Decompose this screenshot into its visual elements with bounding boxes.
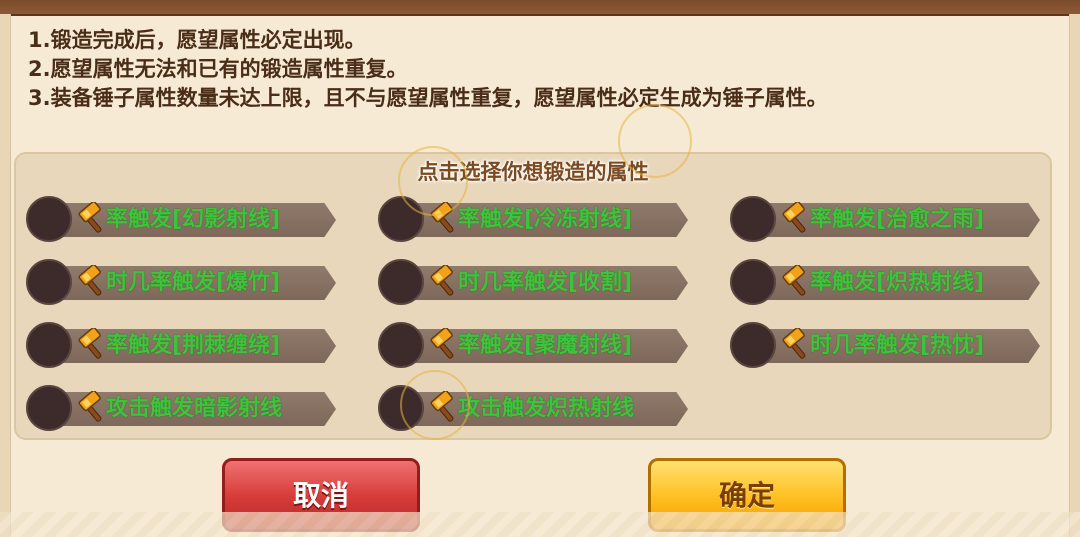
rules-text: 1.锻造完成后，愿望属性必定出现。 2.愿望属性无法和已有的锻造属性重复。 3.… (28, 26, 1058, 113)
select-radio[interactable] (26, 259, 72, 305)
rule-line-3: 3.装备锤子属性数量未达上限，且不与愿望属性重复，愿望属性必定生成为锤子属性。 (28, 86, 828, 110)
hammer-icon (428, 264, 462, 299)
select-radio[interactable] (26, 196, 72, 242)
select-radio[interactable] (730, 259, 776, 305)
sparkle-effect (400, 370, 470, 440)
hammer-icon (76, 390, 110, 425)
option-label: 率触发[荆棘缠绕] (106, 333, 281, 358)
option-label: 率触发[幻影射线] (106, 207, 281, 232)
select-radio[interactable] (26, 385, 72, 431)
select-radio[interactable] (730, 322, 776, 368)
hammer-icon (76, 264, 110, 299)
option-label: 攻击触发炽热射线 (458, 396, 635, 421)
hammer-icon (76, 327, 110, 362)
option-label: 攻击触发暗影射线 (106, 396, 283, 421)
sparkle-effect (618, 104, 692, 178)
attribute-option[interactable]: 时几率触发[收割] (378, 257, 694, 307)
option-label: 率触发[冷冻射线] (458, 207, 633, 232)
attribute-option[interactable]: 攻击触发暗影射线 (26, 383, 342, 433)
select-radio[interactable] (378, 322, 424, 368)
sparkle-effect (398, 146, 468, 216)
attribute-option[interactable]: 率触发[荆棘缠绕] (26, 320, 342, 370)
dialog-top-border (0, 0, 1080, 16)
hammer-icon (780, 327, 814, 362)
hammer-icon (76, 201, 110, 236)
rule-line-1: 1.锻造完成后，愿望属性必定出现。 (28, 28, 366, 52)
select-radio[interactable] (26, 322, 72, 368)
panel-title: 点击选择你想锻造的属性 (417, 160, 649, 184)
hammer-icon (780, 201, 814, 236)
attribute-option[interactable]: 率触发[炽热射线] (730, 257, 1046, 307)
dialog-right-border (1069, 14, 1080, 537)
dialog-left-border (0, 14, 11, 537)
rule-line-2: 2.愿望属性无法和已有的锻造属性重复。 (28, 57, 408, 81)
bottom-decoration (0, 512, 1080, 537)
hammer-icon (780, 264, 814, 299)
attribute-option[interactable]: 率触发[治愈之雨] (730, 194, 1046, 244)
select-radio[interactable] (730, 196, 776, 242)
hammer-icon (428, 327, 462, 362)
option-label: 率触发[炽热射线] (810, 270, 985, 295)
attribute-option[interactable]: 时几率触发[爆竹] (26, 257, 342, 307)
option-label: 时几率触发[收割] (458, 270, 633, 295)
option-label: 率触发[聚魔射线] (458, 333, 633, 358)
attribute-option[interactable]: 率触发[幻影射线] (26, 194, 342, 244)
select-radio[interactable] (378, 259, 424, 305)
attribute-option[interactable]: 率触发[聚魔射线] (378, 320, 694, 370)
option-label: 率触发[治愈之雨] (810, 207, 985, 232)
option-label: 时几率触发[热忱] (810, 333, 985, 358)
attribute-option[interactable]: 时几率触发[热忱] (730, 320, 1046, 370)
option-label: 时几率触发[爆竹] (106, 270, 281, 295)
